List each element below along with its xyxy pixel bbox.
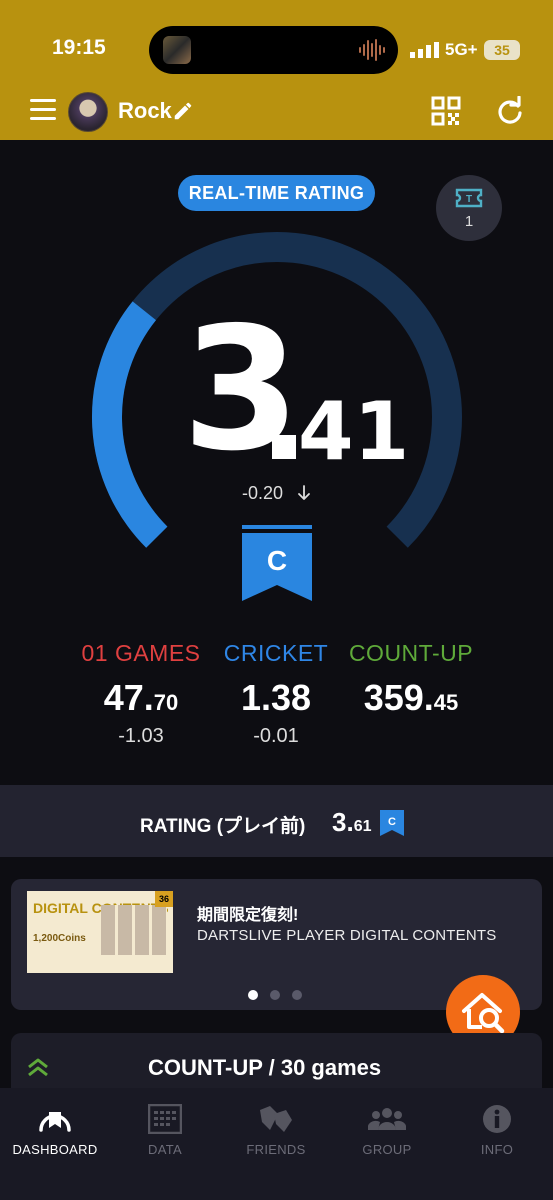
nav-group[interactable]: GROUP <box>332 1102 442 1157</box>
data-icon <box>148 1104 182 1134</box>
group-icon <box>368 1108 406 1130</box>
now-playing-artwork <box>163 36 191 64</box>
previous-rating-label: RATING (プレイ前) <box>140 816 306 837</box>
edit-pencil-icon[interactable] <box>172 100 194 122</box>
dynamic-island <box>149 26 398 74</box>
stat-value: 1.38 <box>240 677 312 718</box>
nav-dashboard[interactable]: DASHBOARD <box>0 1102 110 1157</box>
menu-icon[interactable] <box>30 99 56 121</box>
chevron-up-double-icon <box>28 1058 48 1077</box>
ticket-count: 1 <box>464 213 474 230</box>
class-letter: C <box>267 545 287 576</box>
stat-diff: -0.01 <box>253 725 299 747</box>
arrow-down-icon <box>298 485 310 500</box>
svg-text:C: C <box>388 816 396 828</box>
stat-label: COUNT-UP <box>348 640 474 666</box>
nav-info[interactable]: INFO <box>442 1102 552 1157</box>
rating-diff: -0.20 <box>242 483 284 503</box>
class-flag-badge: C <box>242 525 312 601</box>
previous-rating-value: 3.61 <box>332 807 372 837</box>
carousel-dot <box>248 990 258 1000</box>
carousel-dots[interactable] <box>248 987 314 1005</box>
promo-title: 期間限定復刻! <box>197 907 299 924</box>
realtime-rating-badge[interactable]: REAL-TIME RATING <box>178 175 375 211</box>
status-time: 19:15 <box>52 36 106 59</box>
promo-image: DIGITAL CONTENTS 1,200Coins 36 <box>27 891 173 973</box>
battery-indicator: 35 <box>484 40 520 60</box>
nav-friends[interactable]: FRIENDS <box>221 1102 331 1157</box>
app-header: 19:15 5G+ 35 Rock <box>0 0 553 140</box>
avatar[interactable] <box>68 92 108 132</box>
stat-cricket[interactable]: CRICKET 1.38 -0.01 <box>206 640 346 748</box>
stat-value: 47.70 <box>103 677 179 718</box>
previous-class-flag: C <box>380 810 404 836</box>
stat-diff: -1.03 <box>118 725 164 747</box>
ticket-icon: T <box>455 188 483 208</box>
signal-icon <box>410 42 439 58</box>
stat-label: CRICKET <box>223 640 329 666</box>
stat-count-up[interactable]: COUNT-UP 359.45 <box>341 640 481 725</box>
bottom-nav: DASHBOARD DATA FRIENDS GROUP INFO <box>0 1088 553 1200</box>
carousel-dot <box>292 990 302 1000</box>
svg-text:T: T <box>466 194 472 205</box>
dashboard-icon <box>39 1112 71 1132</box>
promo-subtitle: DARTSLIVE PLAYER DIGITAL CONTENTS <box>197 927 497 944</box>
section-title: COUNT-UP / 30 games <box>148 1055 382 1080</box>
nav-data[interactable]: DATA <box>110 1102 220 1157</box>
network-type: 5G+ <box>445 40 478 59</box>
friends-icon <box>260 1106 292 1132</box>
rating-decimal-point <box>272 435 296 459</box>
username[interactable]: Rock <box>118 98 172 124</box>
refresh-icon[interactable] <box>496 96 524 126</box>
count-up-section-header[interactable]: COUNT-UP / 30 games <box>11 1033 542 1093</box>
info-icon <box>483 1105 511 1133</box>
rating-decimal: 41 <box>298 385 410 478</box>
home-search-icon <box>462 993 505 1034</box>
stat-value: 359.45 <box>363 677 459 718</box>
carousel-dot <box>270 990 280 1000</box>
audio-wave-icon <box>359 39 385 61</box>
stat-01-games[interactable]: 01 GAMES 47.70 -1.03 <box>71 640 211 748</box>
stat-label: 01 GAMES <box>81 640 201 666</box>
previous-rating-strip: RATING (プレイ前) 3.61 C <box>0 785 553 857</box>
qr-code-icon[interactable] <box>431 96 461 126</box>
